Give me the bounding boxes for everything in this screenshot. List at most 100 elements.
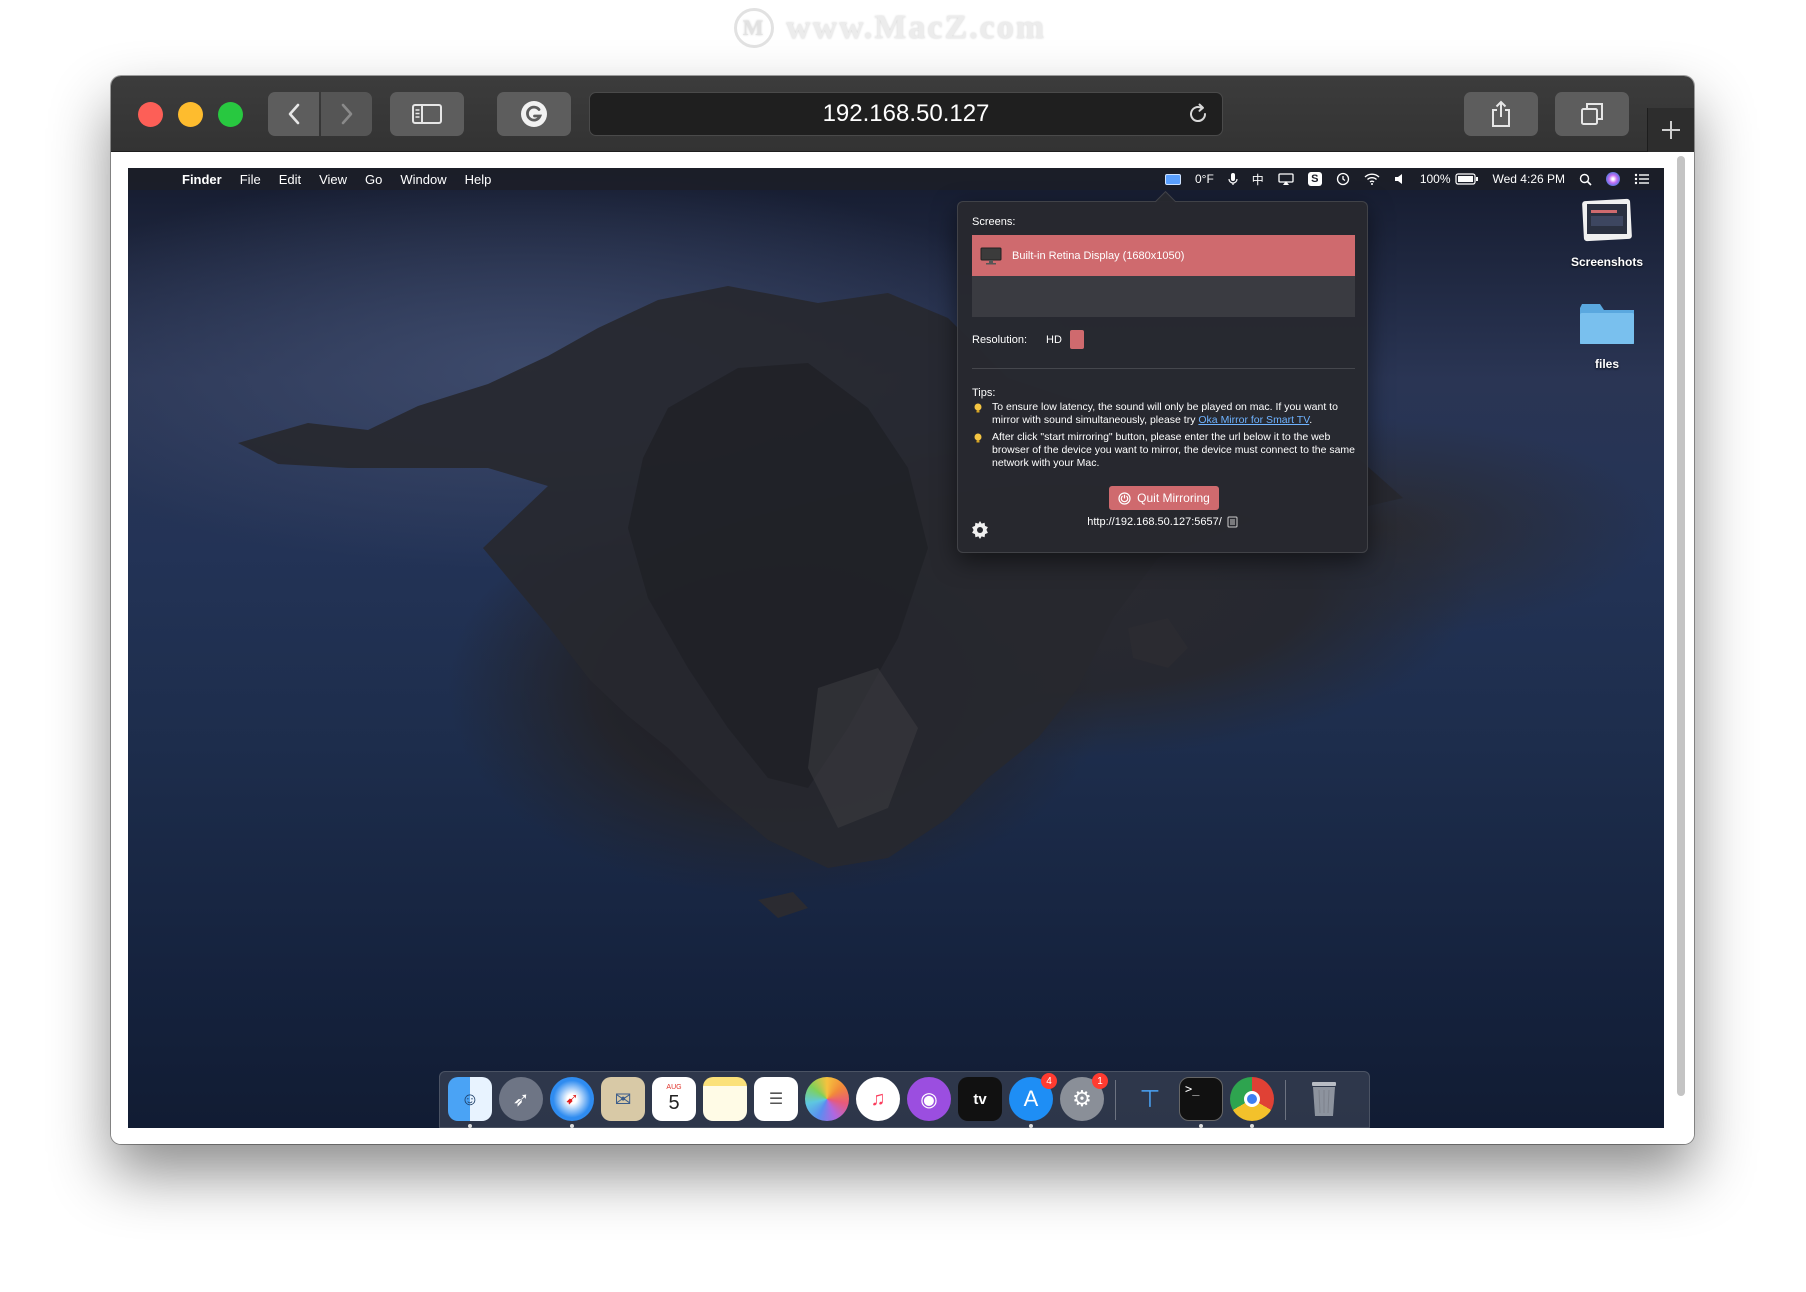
temperature-status[interactable]: 0°F: [1195, 172, 1214, 186]
screenshots-folder-icon: [1582, 198, 1632, 242]
mirroring-popover: Screens: Built-in Retina Display (1680x1…: [957, 201, 1368, 553]
folder-icon: [1580, 304, 1634, 344]
menu-view[interactable]: View: [319, 172, 347, 187]
input-method-status[interactable]: 中: [1252, 171, 1264, 188]
close-window-button[interactable]: [138, 102, 163, 127]
volume-icon[interactable]: [1394, 173, 1406, 185]
gear-icon[interactable]: [970, 520, 990, 540]
menu-finder[interactable]: Finder: [182, 172, 222, 187]
menu-window[interactable]: Window: [400, 172, 446, 187]
resolution-select[interactable]: HD: [1038, 330, 1084, 349]
checklist-icon: ☰: [768, 1091, 784, 1108]
app-store-icon: A: [1023, 1086, 1039, 1111]
airplay-icon[interactable]: [1278, 172, 1294, 186]
dock-photos[interactable]: [805, 1077, 849, 1121]
minimize-window-button[interactable]: [178, 102, 203, 127]
sidebar-toggle-button[interactable]: [390, 92, 464, 136]
menu-help[interactable]: Help: [465, 172, 492, 187]
screen-list-empty-row: [972, 276, 1355, 317]
time-machine-icon[interactable]: [1336, 172, 1350, 186]
dock-safari[interactable]: ➹: [550, 1077, 594, 1121]
dock: ☺ ➶ ➹ ✉ AUG 5 ☰ ♫ ◉ tv A 4 ⚙ 1 ⊤ >_: [439, 1071, 1370, 1128]
screen-list-item[interactable]: Built-in Retina Display (1680x1050): [972, 235, 1355, 276]
microphone-icon[interactable]: [1228, 172, 1238, 186]
dock-notes[interactable]: [703, 1077, 747, 1121]
menu-file[interactable]: File: [240, 172, 261, 187]
dock-apple-tv[interactable]: tv: [958, 1077, 1002, 1121]
dock-calendar[interactable]: AUG 5: [652, 1077, 696, 1121]
wifi-icon[interactable]: [1364, 173, 1380, 185]
menu-bar-status-area: 0°F 中 S 100% Wed 4:26 PM: [1164, 168, 1664, 190]
dropdown-arrow-icon: [1069, 330, 1084, 349]
menu-edit[interactable]: Edit: [279, 172, 301, 187]
plus-icon: [1662, 121, 1680, 139]
grammarly-extension-button[interactable]: [497, 92, 571, 136]
mirror-url-row: http://192.168.50.127:5657/: [958, 516, 1367, 528]
tip-item: To ensure low latency, the sound will on…: [972, 401, 1362, 427]
show-tabs-button[interactable]: [1555, 92, 1629, 136]
sidebar-icon: [412, 104, 442, 124]
dock-finder[interactable]: ☺: [448, 1077, 492, 1121]
mac-menu-bar: Finder File Edit View Go Window Help 0°F…: [128, 168, 1664, 190]
dock-mail[interactable]: ✉: [601, 1077, 645, 1121]
desktop-icon-screenshots[interactable]: Screenshots: [1562, 196, 1652, 269]
eagle-stamp-icon: ✉: [614, 1088, 632, 1111]
share-button[interactable]: [1464, 92, 1538, 136]
dock-chrome[interactable]: [1230, 1077, 1274, 1121]
menu-go[interactable]: Go: [365, 172, 382, 187]
dock-music[interactable]: ♫: [856, 1077, 900, 1121]
dock-system-preferences[interactable]: ⚙ 1: [1060, 1073, 1108, 1121]
clock[interactable]: Wed 4:26 PM: [1493, 172, 1565, 186]
running-indicator: [1199, 1124, 1203, 1128]
dock-separator: [1285, 1080, 1286, 1120]
notification-center-icon[interactable]: [1634, 173, 1650, 185]
files-label: files: [1594, 357, 1619, 371]
dock-app-store[interactable]: A 4: [1009, 1073, 1057, 1121]
resolution-label: Resolution:: [972, 334, 1028, 346]
music-note-icon: ♫: [870, 1087, 886, 1110]
rocket-icon: ➶: [512, 1088, 530, 1111]
dock-podcasts[interactable]: ◉: [907, 1077, 951, 1121]
resolution-value: HD: [1046, 333, 1062, 346]
browser-toolbar: 192.168.50.127: [111, 76, 1694, 152]
running-indicator: [1250, 1124, 1254, 1128]
dock-terminal[interactable]: >_: [1179, 1077, 1223, 1121]
calendar-month: AUG: [666, 1084, 682, 1091]
desktop-icon-files[interactable]: files: [1562, 300, 1652, 371]
dock-launchpad[interactable]: ➶: [499, 1077, 543, 1121]
siri-icon[interactable]: [1606, 172, 1620, 186]
spotlight-search-icon[interactable]: [1579, 173, 1592, 186]
scrollbar-thumb[interactable]: [1677, 156, 1685, 1096]
tip-item: After click "start mirroring" button, pl…: [972, 431, 1362, 470]
forward-button[interactable]: [321, 92, 372, 136]
address-bar[interactable]: 192.168.50.127: [589, 92, 1223, 136]
dock-keynote[interactable]: ⊤: [1128, 1077, 1172, 1121]
divider: [972, 368, 1355, 369]
mirror-url[interactable]: http://192.168.50.127:5657/: [1087, 516, 1222, 528]
watermark-text: www.MacZ.com: [786, 9, 1047, 46]
vertical-scrollbar[interactable]: [1677, 156, 1685, 1096]
copy-icon[interactable]: [1227, 516, 1238, 528]
quit-mirroring-button[interactable]: Quit Mirroring: [1109, 486, 1219, 510]
screen-mirror-status-icon[interactable]: [1164, 173, 1181, 185]
catalina-island-wallpaper: [238, 286, 1403, 918]
reload-icon[interactable]: [1186, 102, 1210, 126]
zoom-window-button[interactable]: [218, 102, 243, 127]
screen-name: Built-in Retina Display (1680x1050): [1012, 249, 1185, 262]
back-button[interactable]: [268, 92, 319, 136]
new-tab-button[interactable]: [1647, 108, 1694, 152]
mirrored-mac-desktop[interactable]: Finder File Edit View Go Window Help 0°F…: [128, 168, 1664, 1128]
calendar-day: 5: [668, 1092, 680, 1114]
tips-label: Tips:: [972, 387, 996, 399]
screens-label: Screens:: [972, 216, 1016, 228]
dock-reminders[interactable]: ☰: [754, 1077, 798, 1121]
chevron-right-icon: [341, 103, 352, 125]
s-app-icon[interactable]: S: [1307, 172, 1322, 186]
dock-trash[interactable]: [1302, 1077, 1346, 1121]
tip-1-end: .: [1309, 414, 1313, 426]
battery-icon: [1454, 173, 1478, 185]
battery-status[interactable]: 100%: [1420, 172, 1479, 186]
running-indicator: [468, 1124, 472, 1128]
chrome-icon: [1244, 1091, 1260, 1107]
oka-mirror-link[interactable]: Oka Mirror for Smart TV: [1198, 414, 1309, 426]
